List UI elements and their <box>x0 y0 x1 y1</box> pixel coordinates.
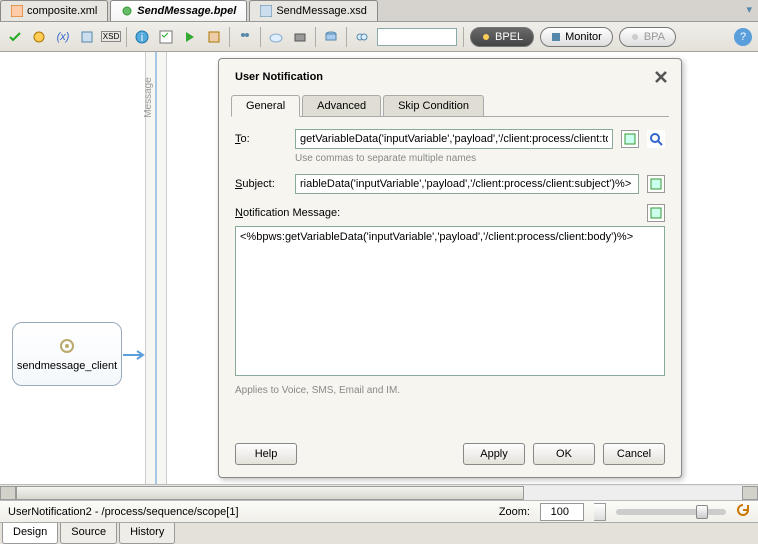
tab-advanced[interactable]: Advanced <box>302 95 381 116</box>
horizontal-scrollbar[interactable] <box>0 484 758 500</box>
tab-history[interactable]: History <box>119 523 175 544</box>
dialog-title-bar: User Notification <box>219 59 681 89</box>
scroll-right-icon[interactable] <box>742 486 758 500</box>
bpel-label: BPEL <box>495 31 523 43</box>
zoom-label: Zoom: <box>499 506 530 518</box>
applies-hint: Applies to Voice, SMS, Email and IM. <box>235 385 665 396</box>
dialog-tabs: General Advanced Skip Condition <box>231 95 669 117</box>
to-field[interactable] <box>295 129 613 149</box>
help-button[interactable]: Help <box>235 443 297 465</box>
flow-line <box>155 52 157 484</box>
arrow-right-icon <box>123 349 147 364</box>
separator <box>126 27 127 47</box>
search-input[interactable] <box>377 28 457 46</box>
tab-general[interactable]: General <box>231 95 300 117</box>
dialog-title: User Notification <box>235 71 323 83</box>
separator <box>346 27 347 47</box>
checklist-icon[interactable] <box>157 28 175 46</box>
refresh-icon[interactable] <box>736 503 750 520</box>
tab-skip-condition[interactable]: Skip Condition <box>383 95 484 116</box>
play-icon[interactable] <box>181 28 199 46</box>
zoom-spinner[interactable] <box>594 503 606 521</box>
breadcrumb-path: UserNotification2 - /process/sequence/sc… <box>8 506 489 518</box>
view-tabs: Design Source History <box>0 522 758 544</box>
file-tabs: composite.xml SendMessage.bpel SendMessa… <box>0 0 758 22</box>
monitor-mode-button[interactable]: Monitor <box>540 27 613 47</box>
status-bar: UserNotification2 - /process/sequence/sc… <box>0 500 758 522</box>
tab-composite[interactable]: composite.xml <box>0 0 108 21</box>
xml-file-icon <box>11 5 23 17</box>
tab-label: SendMessage.bpel <box>137 5 236 17</box>
globe-icon[interactable] <box>30 28 48 46</box>
scroll-thumb[interactable] <box>16 486 524 500</box>
to-hint: Use commas to separate multiple names <box>295 153 665 164</box>
cancel-button[interactable]: Cancel <box>603 443 665 465</box>
separator <box>229 27 230 47</box>
notification-message-label: Notification Message: <box>235 207 340 219</box>
tab-source[interactable]: Source <box>60 523 117 544</box>
swimlane-label: Message <box>143 77 154 118</box>
binoculars-icon[interactable] <box>353 28 371 46</box>
scroll-left-icon[interactable] <box>0 486 16 500</box>
notification-message-field[interactable] <box>235 226 665 376</box>
search-icon[interactable] <box>647 130 665 148</box>
tab-design[interactable]: Design <box>2 523 58 544</box>
tab-sendmessage-xsd[interactable]: SendMessage.xsd <box>249 0 378 21</box>
subject-label: Subject: <box>235 178 287 190</box>
dialog-body: To: Use commas to separate multiple name… <box>219 117 681 408</box>
bpel-file-icon <box>121 5 133 17</box>
tab-label: SendMessage.xsd <box>276 5 367 17</box>
camera-icon[interactable] <box>291 28 309 46</box>
slider-knob[interactable] <box>696 505 708 519</box>
info-icon[interactable]: i <box>133 28 151 46</box>
node-label: sendmessage_client <box>17 360 117 372</box>
cloud-icon[interactable] <box>267 28 285 46</box>
apply-button[interactable]: Apply <box>463 443 525 465</box>
zoom-input[interactable] <box>540 503 584 521</box>
to-label: To: <box>235 133 287 145</box>
monitor-label: Monitor <box>565 31 602 43</box>
ok-button[interactable]: OK <box>533 443 595 465</box>
close-icon[interactable] <box>653 69 669 85</box>
separator <box>463 27 464 47</box>
bpa-label: BPA <box>644 31 665 43</box>
bpa-mode-button[interactable]: BPA <box>619 27 676 47</box>
help-icon[interactable]: ? <box>734 28 752 46</box>
svg-text:i: i <box>141 32 143 44</box>
tab-menu-icon[interactable]: ▾ <box>740 0 758 21</box>
dialog-buttons: Help Apply OK Cancel <box>235 443 665 465</box>
separator <box>260 27 261 47</box>
scroll-track[interactable] <box>16 486 742 500</box>
xsd-file-icon <box>260 5 272 17</box>
toolbar: (x) XSD i BPEL Monitor BPA ? <box>0 22 758 52</box>
people-icon[interactable] <box>236 28 254 46</box>
user-notification-dialog: User Notification General Advanced Skip … <box>218 58 682 478</box>
separator <box>315 27 316 47</box>
validate-icon[interactable] <box>6 28 24 46</box>
bpel-mode-button[interactable]: BPEL <box>470 27 534 47</box>
tab-label: composite.xml <box>27 5 97 17</box>
zoom-slider[interactable] <box>616 509 726 515</box>
client-node[interactable]: sendmessage_client <box>12 322 122 386</box>
gear-icon <box>57 336 77 356</box>
function-icon[interactable] <box>78 28 96 46</box>
expression-builder-icon[interactable] <box>647 204 665 222</box>
book-icon[interactable] <box>205 28 223 46</box>
db-icon[interactable] <box>322 28 340 46</box>
xsd-icon[interactable]: XSD <box>102 28 120 46</box>
expression-builder-icon[interactable] <box>621 130 639 148</box>
variable-icon[interactable]: (x) <box>54 28 72 46</box>
tab-sendmessage-bpel[interactable]: SendMessage.bpel <box>110 0 247 21</box>
expression-builder-icon[interactable] <box>647 175 665 193</box>
subject-field[interactable] <box>295 174 639 194</box>
